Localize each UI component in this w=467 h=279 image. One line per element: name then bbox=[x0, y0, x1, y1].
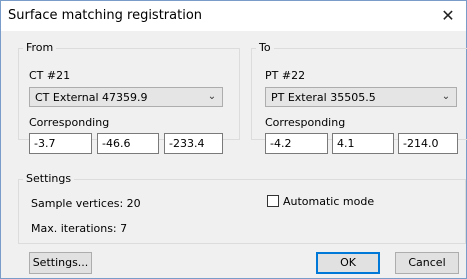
from-structure-value: CT External 47359.9 bbox=[35, 91, 148, 104]
settings-group-label: Settings bbox=[23, 172, 75, 185]
from-structure-select[interactable]: CT External 47359.9 ⌄ bbox=[29, 87, 223, 107]
max-iterations-text: Max. iterations: 7 bbox=[31, 222, 128, 235]
close-icon[interactable]: ✕ bbox=[436, 5, 460, 27]
to-group-label: To bbox=[256, 41, 274, 54]
title-bar: Surface matching registration ✕ bbox=[1, 1, 466, 31]
cancel-button[interactable]: Cancel bbox=[395, 252, 459, 274]
to-structure-select[interactable]: PT Exteral 35505.5 ⌄ bbox=[265, 87, 457, 107]
ok-button[interactable]: OK bbox=[316, 252, 380, 274]
automatic-mode-label[interactable]: Automatic mode bbox=[283, 195, 374, 208]
from-corresponding-label: Corresponding bbox=[29, 116, 110, 129]
from-coord-y-input[interactable]: -46.6 bbox=[97, 133, 159, 154]
from-group-label: From bbox=[23, 41, 57, 54]
from-coord-z-input[interactable]: -233.4 bbox=[164, 133, 223, 154]
automatic-mode-checkbox[interactable] bbox=[267, 195, 279, 207]
chevron-down-icon: ⌄ bbox=[207, 91, 217, 102]
dialog-window: Surface matching registration ✕ From CT … bbox=[0, 0, 467, 279]
from-coord-x-input[interactable]: -3.7 bbox=[29, 133, 92, 154]
to-coord-x-input[interactable]: -4.2 bbox=[265, 133, 328, 154]
to-structure-value: PT Exteral 35505.5 bbox=[271, 91, 376, 104]
settings-button[interactable]: Settings... bbox=[29, 252, 92, 274]
to-coord-z-input[interactable]: -214.0 bbox=[398, 133, 458, 154]
from-dataset-label: CT #21 bbox=[29, 69, 71, 82]
to-dataset-label: PT #22 bbox=[265, 69, 306, 82]
to-corresponding-label: Corresponding bbox=[265, 116, 346, 129]
to-coord-y-input[interactable]: 4.1 bbox=[332, 133, 394, 154]
sample-vertices-text: Sample vertices: 20 bbox=[31, 197, 141, 210]
window-title: Surface matching registration bbox=[8, 8, 203, 23]
chevron-down-icon: ⌄ bbox=[441, 91, 451, 102]
